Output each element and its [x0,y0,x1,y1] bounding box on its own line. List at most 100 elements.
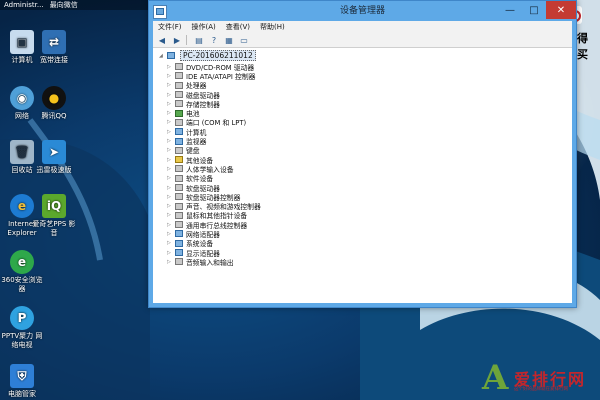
iqiyi-icon: iQ [42,194,66,218]
device-category-item[interactable]: ▷ 软件设备 [167,174,261,183]
device-category-icon [175,211,183,219]
expand-arrow-icon[interactable]: ▷ [167,250,175,256]
device-category-item[interactable]: ▷ 端口 (COM 和 LPT) [167,118,261,127]
recycle-bin-icon: 🗑 [10,140,34,164]
device-category-item[interactable]: ▷ 磁盘驱动器 [167,90,261,100]
expand-arrow-icon[interactable]: ▷ [167,73,175,79]
device-category-item[interactable]: ▷ 监视器 [167,136,261,146]
taskbar-strip: Administr... 最向微信 [0,0,150,10]
expand-arrow-icon[interactable]: ▷ [167,194,175,200]
device-category-item[interactable]: ▷ 处理器 [167,81,261,90]
expand-arrow-icon[interactable]: ▷ [167,138,175,144]
device-category-item[interactable]: ▷ IDE ATA/ATAPI 控制器 [167,71,261,81]
desktop-icon-label: PPTV聚力 网络电视 [1,332,43,349]
device-category-icon [175,72,183,80]
expand-arrow-icon[interactable]: ▷ [167,147,175,153]
desktop-icon-thunder[interactable]: ➤ 迅雷极速版 [32,140,76,175]
desktop-icon-qq[interactable]: ● 腾讯QQ [32,86,76,121]
device-category-icon [175,146,183,154]
device-category-icon [175,184,183,191]
device-category-item[interactable]: ▷ 鼠标和其他指针设备 [167,211,261,220]
toolbar-separator [186,35,187,45]
expand-arrow-icon[interactable]: ▷ [167,64,175,70]
menu-help[interactable]: 帮助(H) [255,22,290,32]
pptv-icon: P [10,306,34,330]
expand-arrow-icon[interactable]: ▷ [167,175,175,181]
expand-arrow-icon[interactable]: ▷ [167,222,175,228]
internet-explorer-icon: e [10,194,34,218]
device-category-item[interactable]: ▷ 计算机 [167,127,261,137]
device-category-item[interactable]: ▷ DVD/CD-ROM 驱动器 [167,62,261,72]
expand-arrow-icon[interactable]: ▷ [167,259,175,265]
device-category-icon [175,230,183,238]
device-category-item[interactable]: ▷ 人体学输入设备 [167,164,261,174]
device-category-icon [175,221,183,229]
device-category-icon [175,63,183,71]
device-category-icon [175,137,183,145]
close-button[interactable]: ✕ [546,1,576,19]
menu-file[interactable]: 文件(F) [153,22,187,32]
strip-text: Administr... [4,1,44,9]
device-icon[interactable]: ▤ [193,35,205,46]
monitor-icon[interactable]: ▭ [238,35,250,46]
expand-arrow-icon[interactable]: ▷ [167,157,175,163]
device-category-item[interactable]: ▷ 音频输入和输出 [167,257,261,267]
device-category-item[interactable]: ▷ 系统设备 [167,239,261,248]
device-category-item[interactable]: ▷ 通用串行总线控制器 [167,220,261,230]
device-category-item[interactable]: ▷ 显示适配器 [167,248,261,258]
device-category-icon [175,128,183,136]
desktop-icon-iqiyi[interactable]: iQ 爱奇艺PPS 影音 [32,194,76,238]
desktop-icon-broadband[interactable]: ⇄ 宽带连接 [32,30,76,65]
desktop-icon-360-browser[interactable]: e 360安全浏览器 [0,250,44,294]
menu-view[interactable]: 查看(V) [221,22,255,32]
device-category-icon [175,165,183,173]
minimize-button[interactable]: — [498,1,522,19]
expand-arrow-icon[interactable]: ▷ [167,231,175,237]
expand-arrow-icon[interactable]: ▷ [167,82,175,88]
expand-arrow-icon[interactable]: ▷ [167,101,175,107]
device-category-icon [175,193,183,201]
tree-root[interactable]: ◢ PC-201606211012 [159,50,256,61]
expand-arrow-icon[interactable]: ▷ [167,92,175,98]
tree-root-label: PC-201606211012 [180,50,256,61]
device-category-item[interactable]: ▷ 电池 [167,108,261,118]
brand-watermark: A 爱排行网 这个好的品牌就在爱排行网 [480,352,600,400]
expand-arrow-icon[interactable]: ▷ [167,110,175,116]
thunder-bird-icon: ➤ [42,140,66,164]
desktop-icon-pptv[interactable]: P PPTV聚力 网络电视 [0,306,44,350]
device-category-item[interactable]: ▷ 网络适配器 [167,229,261,239]
properties-icon[interactable]: ▦ [223,35,235,46]
device-category-item[interactable]: ▷ 软盘驱动器控制器 [167,192,261,202]
menu-action[interactable]: 操作(A) [187,22,221,32]
expand-arrow-icon[interactable]: ▷ [167,129,175,135]
expand-arrow-icon[interactable]: ▷ [167,203,175,209]
device-manager-icon [153,5,167,19]
device-tree-pane: ◢ PC-201606211012 ▷ DVD/CD-ROM 驱动器 ▷ IDE AT… [153,48,572,303]
expand-arrow-icon[interactable]: ▷ [167,212,175,218]
device-category-icon [175,81,183,89]
qq-penguin-icon: ● [42,86,66,110]
device-category-item[interactable]: ▷ 存储控制器 [167,99,261,109]
device-category-icon [175,109,183,117]
desktop-icon-label: 腾讯QQ [41,112,67,120]
device-category-icon [175,91,183,99]
expand-arrow-icon[interactable]: ▷ [167,119,175,125]
maximize-button[interactable]: □ [522,1,546,19]
device-category-item[interactable]: ▷ 软盘驱动器 [167,183,261,193]
desktop-icon-label: 电脑管家 [8,390,36,398]
desktop-icon-pc-manager[interactable]: ⛨ 电脑管家 [0,364,44,399]
forward-arrow-icon[interactable]: ▶ [171,35,183,46]
help-icon[interactable]: ? [208,35,220,46]
device-list: ▷ DVD/CD-ROM 驱动器 ▷ IDE ATA/ATAPI 控制器 ▷ 处理器 ▷ 磁盘… [167,62,261,267]
expand-arrow-icon[interactable]: ▷ [167,185,175,191]
device-category-icon [175,202,183,210]
device-category-item[interactable]: ▷ 键盘 [167,146,261,155]
computer-icon: ▣ [10,30,34,54]
collapse-arrow-icon[interactable]: ◢ [159,53,167,59]
device-category-item[interactable]: ▷ 其他设备 [167,155,261,165]
expand-arrow-icon[interactable]: ▷ [167,166,175,172]
shield-icon: ⛨ [10,364,34,388]
back-arrow-icon[interactable]: ◀ [156,35,168,46]
expand-arrow-icon[interactable]: ▷ [167,240,175,246]
device-category-item[interactable]: ▷ 声音、视频和游戏控制器 [167,201,261,211]
